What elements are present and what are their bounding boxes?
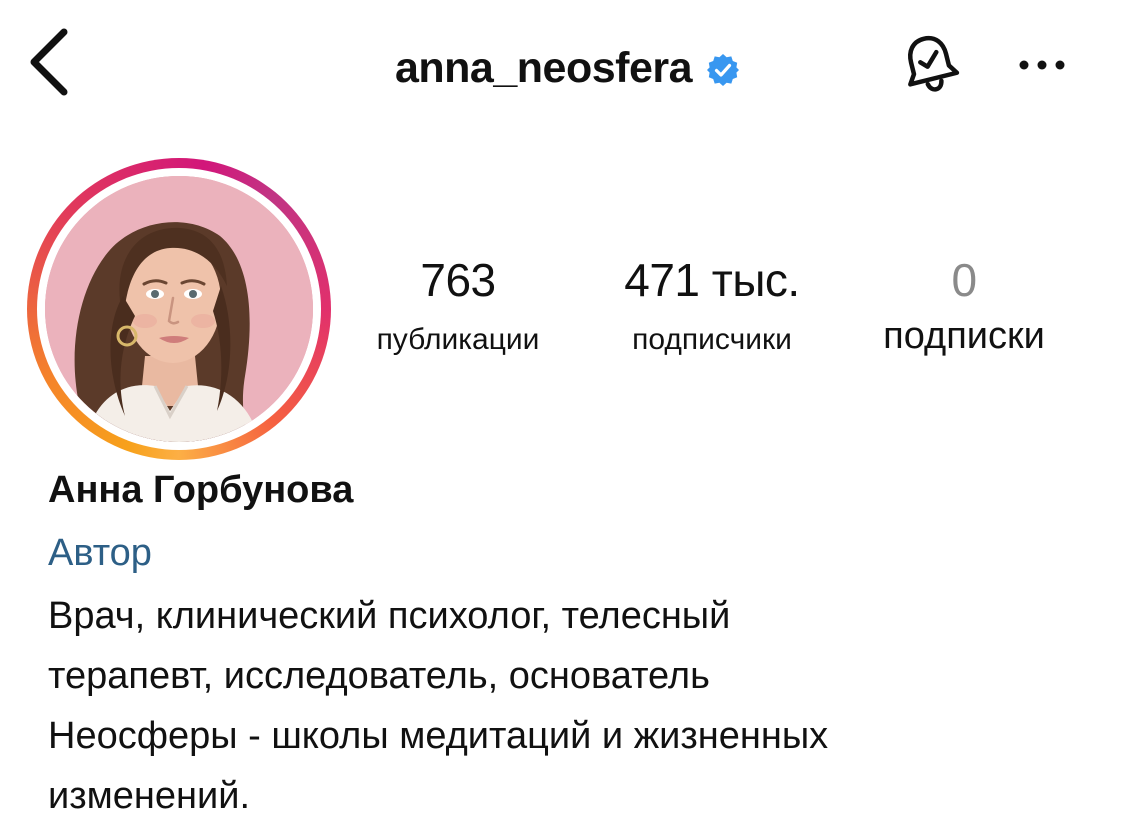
following-count: 0 [951, 254, 977, 306]
avatar [45, 176, 313, 442]
posts-label: публикации [376, 323, 540, 356]
posts-count: 763 [420, 254, 496, 306]
avatar-story-ring[interactable] [27, 158, 331, 460]
bell-icon [908, 35, 960, 92]
profile-header: anna_neosfera [0, 0, 1125, 130]
stat-following[interactable]: 0 подписки [846, 252, 1082, 356]
avatar-photo [45, 176, 313, 442]
back-button[interactable] [20, 22, 80, 102]
profile-bio: Врач, клинический психолог, телесный тер… [48, 586, 1098, 826]
bio-line: изменений. [48, 775, 251, 817]
bio-line: Неосферы - школы медитаций и жизненных [48, 715, 829, 757]
profile-full-name: Анна Горбунова [48, 469, 354, 511]
following-label: подписки [883, 315, 1045, 357]
back-chevron-icon [30, 28, 68, 96]
more-options-button[interactable] [1010, 40, 1074, 90]
username-title[interactable]: anna_neosfera [395, 44, 740, 93]
more-icon [1019, 60, 1065, 70]
stat-followers[interactable]: 471 тыс. подписчики [592, 252, 832, 360]
bio-line: Врач, клинический психолог, телесный [48, 595, 731, 637]
bio-line: терапевт, исследователь, основатель [48, 655, 710, 697]
profile-category: Автор [48, 532, 152, 574]
verified-badge-icon [706, 53, 740, 87]
followers-label: подписчики [632, 323, 792, 356]
stat-posts[interactable]: 763 публикации [340, 252, 576, 360]
username: anna_neosfera [394, 43, 693, 92]
notifications-bell-button[interactable] [896, 30, 964, 98]
followers-count: 471 тыс. [624, 254, 800, 306]
